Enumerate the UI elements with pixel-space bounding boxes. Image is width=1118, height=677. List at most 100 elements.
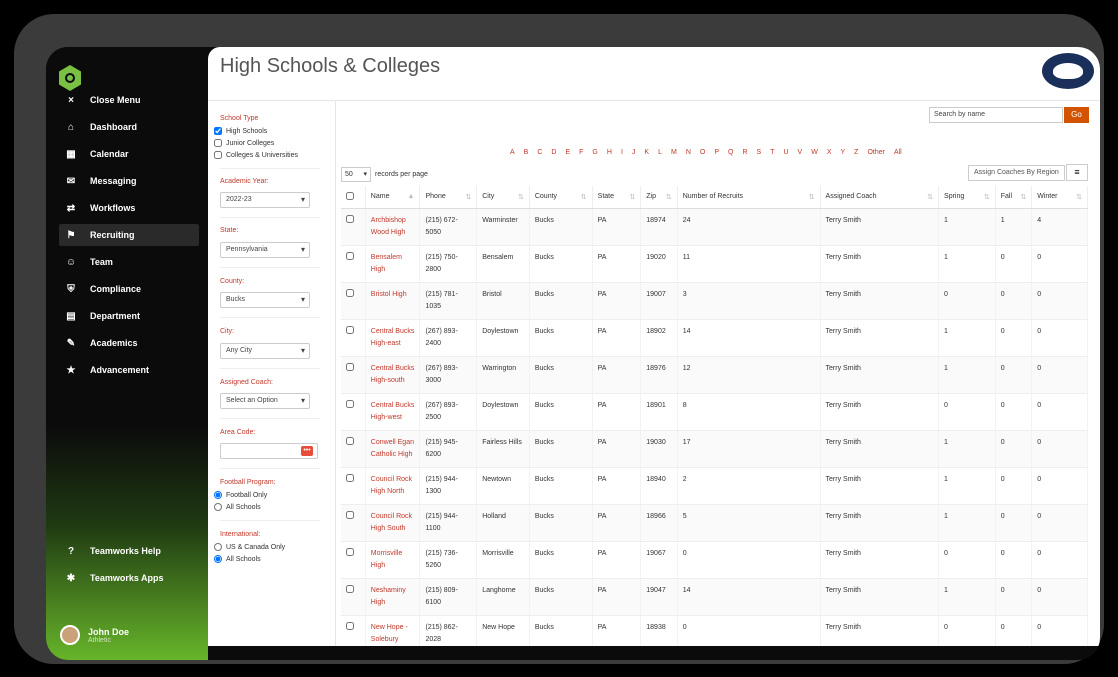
row-checkbox[interactable] xyxy=(341,208,366,246)
go-button[interactable]: Go xyxy=(1064,107,1089,123)
sidebar-item-close-menu[interactable]: × Close Menu xyxy=(59,89,199,111)
teamworks-help-link[interactable]: ? Teamworks Help xyxy=(59,540,199,562)
sidebar-item-dashboard[interactable]: ⌂ Dashboard xyxy=(59,116,199,138)
school-name-link[interactable]: Council Rock High North xyxy=(365,467,421,505)
select-all-checkbox[interactable] xyxy=(341,186,366,209)
sidebar-item-department[interactable]: ▤ Department xyxy=(59,305,199,327)
school-name-link[interactable]: Morrisville High xyxy=(365,541,421,579)
school-name-link[interactable]: Conwell Egan Catholic High xyxy=(365,430,421,468)
row-checkbox[interactable] xyxy=(341,541,366,579)
sidebar-item-recruiting[interactable]: ⚑ Recruiting xyxy=(59,224,199,246)
column-header-winter[interactable]: Winter ⇅ xyxy=(1031,186,1088,209)
alphabet-letter-q[interactable]: Q xyxy=(728,149,733,156)
row-checkbox[interactable] xyxy=(341,615,366,646)
column-header-state[interactable]: State ⇅ xyxy=(592,186,642,209)
intl-all-schools-radio[interactable]: All Schools xyxy=(214,555,261,563)
row-checkbox[interactable] xyxy=(341,245,366,283)
alphabet-letter-f[interactable]: F xyxy=(579,149,583,156)
county-select[interactable]: Bucks xyxy=(220,292,310,308)
sort-icon[interactable]: ⇅ xyxy=(984,193,990,201)
us-canada-only-radio[interactable]: US & Canada Only xyxy=(214,543,285,551)
column-header-city[interactable]: City ⇅ xyxy=(476,186,530,209)
assign-coaches-by-region-button[interactable]: Assign Coaches By Region xyxy=(968,165,1065,181)
alphabet-letter-p[interactable]: P xyxy=(714,149,719,156)
column-header-phone[interactable]: Phone ⇅ xyxy=(419,186,478,209)
sort-icon[interactable]: ⇅ xyxy=(581,193,587,201)
row-checkbox[interactable] xyxy=(341,430,366,468)
row-checkbox[interactable] xyxy=(341,393,366,431)
column-header-name[interactable]: Name ▲ xyxy=(365,186,421,209)
school-name-link[interactable]: Bensalem High xyxy=(365,245,421,283)
alphabet-letter-u[interactable]: U xyxy=(783,149,788,156)
alphabet-letter-v[interactable]: V xyxy=(798,149,803,156)
junior-colleges-checkbox[interactable]: Junior Colleges xyxy=(214,139,274,147)
sidebar-item-messaging[interactable]: ✉ Messaging xyxy=(59,170,199,192)
column-header-fall[interactable]: Fall ⇅ xyxy=(995,186,1033,209)
alphabet-letter-a[interactable]: A xyxy=(510,149,515,156)
alphabet-letter-m[interactable]: M xyxy=(671,149,677,156)
alphabet-letter-x[interactable]: X xyxy=(827,149,832,156)
alphabet-letter-s[interactable]: S xyxy=(757,149,762,156)
teamworks-apps-link[interactable]: ✱ Teamworks Apps xyxy=(59,567,199,589)
alphabet-letter-t[interactable]: T xyxy=(770,149,774,156)
alphabet-letter-h[interactable]: H xyxy=(607,149,612,156)
user-profile[interactable]: John Doe Athletic xyxy=(60,625,129,645)
alphabet-letter-g[interactable]: G xyxy=(592,149,597,156)
column-header-county[interactable]: County ⇅ xyxy=(529,186,593,209)
school-name-link[interactable]: Central Bucks High-south xyxy=(365,356,421,394)
row-checkbox[interactable] xyxy=(341,282,366,320)
school-name-link[interactable]: Council Rock High South xyxy=(365,504,421,542)
alphabet-letter-z[interactable]: Z xyxy=(854,149,858,156)
sidebar-item-academics[interactable]: ✎ Academics xyxy=(59,332,199,354)
sidebar-item-team[interactable]: ☺ Team xyxy=(59,251,199,273)
column-header-number-of-recruits[interactable]: Number of Recruits ⇅ xyxy=(677,186,821,209)
school-name-link[interactable]: Central Bucks High-east xyxy=(365,319,421,357)
football-only-radio[interactable]: Football Only xyxy=(214,491,267,499)
sort-icon[interactable]: ⇅ xyxy=(1076,193,1082,201)
alphabet-letter-y[interactable]: Y xyxy=(840,149,845,156)
assigned-coach-select[interactable]: Select an Option xyxy=(220,393,310,409)
area-code-input[interactable]: ••• xyxy=(220,443,318,459)
high-schools-checkbox[interactable]: High Schools xyxy=(214,127,267,135)
academic-year-select[interactable]: 2022-23 xyxy=(220,192,310,208)
row-checkbox[interactable] xyxy=(341,319,366,357)
school-name-link[interactable]: Bristol High xyxy=(365,282,421,320)
row-checkbox[interactable] xyxy=(341,504,366,542)
alphabet-letter-w[interactable]: W xyxy=(811,149,818,156)
column-header-zip[interactable]: Zip ⇅ xyxy=(640,186,678,209)
alphabet-letter-l[interactable]: L xyxy=(658,149,662,156)
sidebar-item-calendar[interactable]: ▦ Calendar xyxy=(59,143,199,165)
sidebar-item-advancement[interactable]: ★ Advancement xyxy=(59,359,199,381)
sort-icon[interactable]: ⇅ xyxy=(927,193,933,201)
alphabet-letter-j[interactable]: J xyxy=(632,149,636,156)
football-all-schools-radio[interactable]: All Schools xyxy=(214,503,261,511)
school-name-link[interactable]: Archbishop Wood High xyxy=(365,208,421,246)
alphabet-letter-o[interactable]: O xyxy=(700,149,705,156)
alphabet-letter-c[interactable]: C xyxy=(537,149,542,156)
sort-icon[interactable]: ▲ xyxy=(408,193,415,200)
alphabet-letter-n[interactable]: N xyxy=(686,149,691,156)
alphabet-letter-d[interactable]: D xyxy=(551,149,556,156)
sort-icon[interactable]: ⇅ xyxy=(629,193,635,201)
alphabet-letter-i[interactable]: I xyxy=(621,149,623,156)
alphabet-letter-k[interactable]: K xyxy=(644,149,649,156)
city-select[interactable]: Any City xyxy=(220,343,310,359)
sort-icon[interactable]: ⇅ xyxy=(666,193,672,201)
school-name-link[interactable]: Central Bucks High-west xyxy=(365,393,421,431)
colleges-universities-checkbox[interactable]: Colleges & Universities xyxy=(214,151,298,159)
alphabet-letter-r[interactable]: R xyxy=(742,149,747,156)
sidebar-item-workflows[interactable]: ⇄ Workflows xyxy=(59,197,199,219)
column-header-assigned-coach[interactable]: Assigned Coach ⇅ xyxy=(820,186,940,209)
records-per-page-select[interactable]: 50 ▾ xyxy=(341,167,371,182)
state-select[interactable]: Pennsylvania xyxy=(220,242,310,258)
alphabet-letter-b[interactable]: B xyxy=(524,149,529,156)
column-menu-icon[interactable]: ≡ xyxy=(1066,164,1088,181)
sort-icon[interactable]: ⇅ xyxy=(465,193,471,201)
sort-icon[interactable]: ⇅ xyxy=(809,193,815,201)
column-header-spring[interactable]: Spring ⇅ xyxy=(938,186,996,209)
row-checkbox[interactable] xyxy=(341,578,366,616)
alphabet-letter-other[interactable]: Other xyxy=(867,149,885,156)
row-checkbox[interactable] xyxy=(341,356,366,394)
alphabet-letter-e[interactable]: E xyxy=(565,149,570,156)
row-checkbox[interactable] xyxy=(341,467,366,505)
